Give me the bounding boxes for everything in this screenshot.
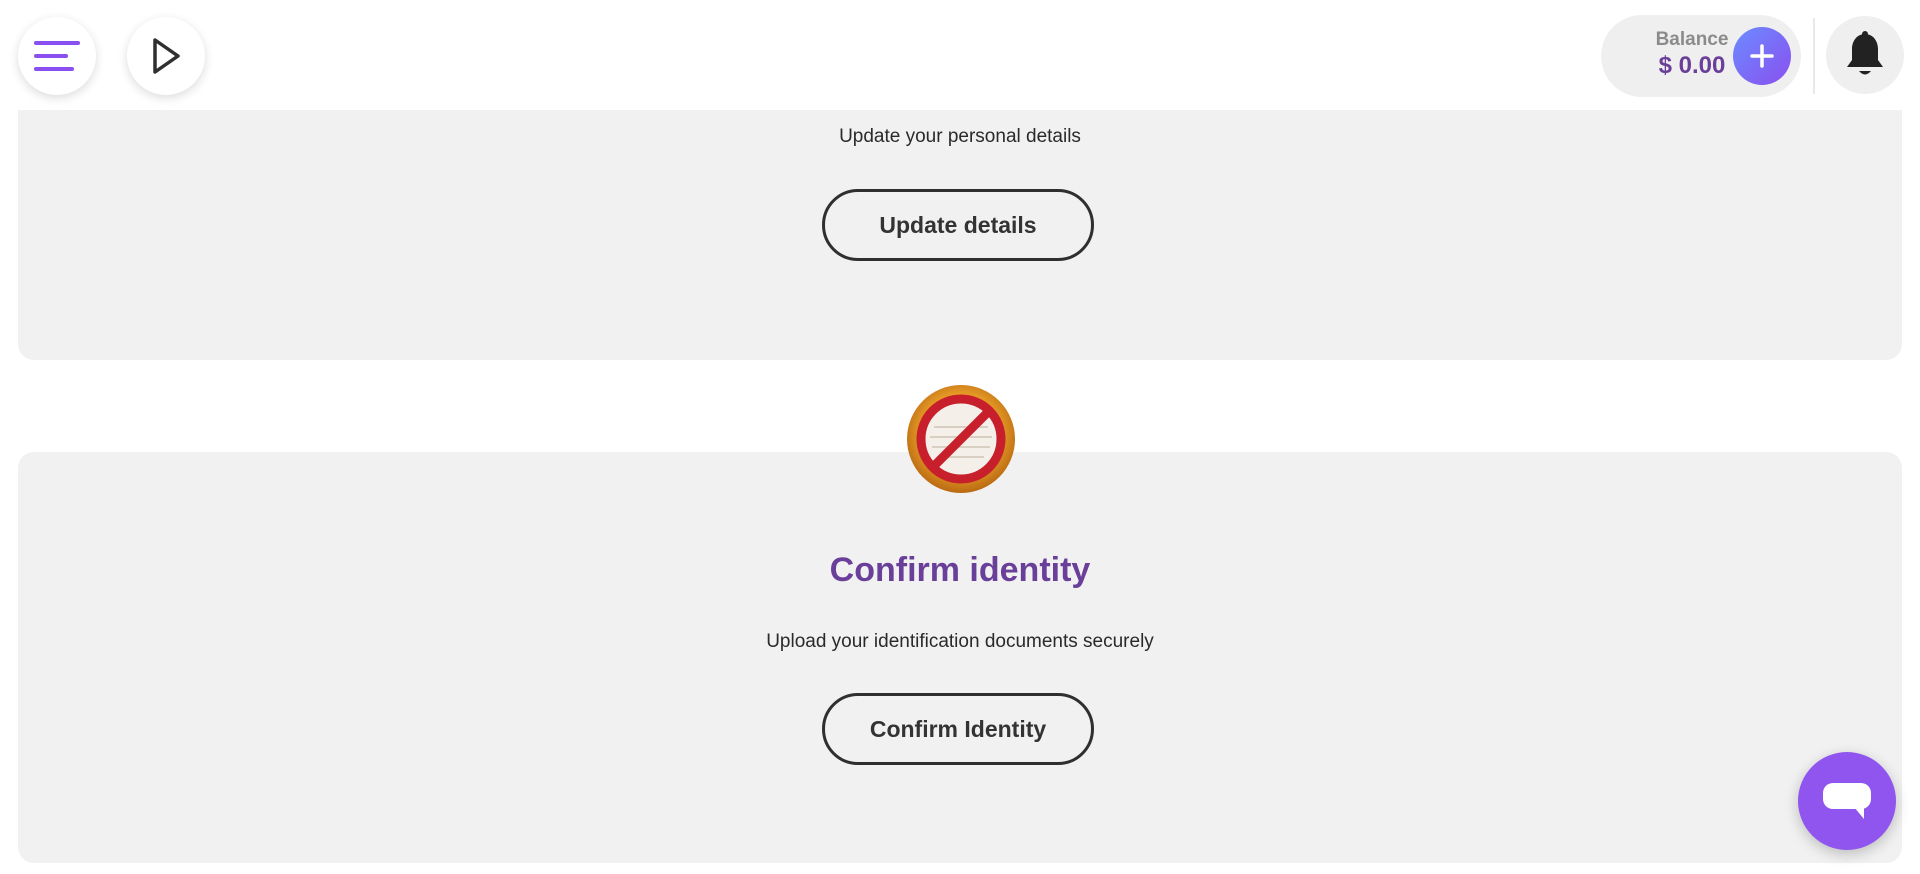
- bell-icon: [1847, 31, 1883, 75]
- play-button[interactable]: [127, 17, 205, 95]
- balance-widget: Balance $ 0.00: [1601, 15, 1801, 97]
- page: Update your personal details Update deta…: [0, 0, 1920, 874]
- top-bar: Balance $ 0.00: [0, 0, 1920, 110]
- add-funds-button[interactable]: [1733, 27, 1791, 85]
- plus-icon: [1750, 44, 1774, 68]
- balance-label: Balance: [1655, 29, 1729, 50]
- menu-icon: [34, 41, 80, 71]
- balance-value: $ 0.00: [1658, 52, 1726, 79]
- notifications-button[interactable]: [1826, 16, 1904, 94]
- update-details-description: Update your personal details: [839, 126, 1081, 147]
- play-icon: [153, 38, 180, 74]
- update-details-button[interactable]: Update details: [822, 189, 1094, 261]
- balance-info: Balance $ 0.00: [1637, 29, 1747, 81]
- confirm-identity-card: Confirm identity Upload your identificat…: [18, 452, 1902, 863]
- chat-bubble-icon: [1823, 783, 1871, 819]
- confirm-identity-description: Upload your identification documents sec…: [766, 631, 1154, 652]
- confirm-identity-button[interactable]: Confirm Identity: [822, 693, 1094, 765]
- chat-button[interactable]: [1798, 752, 1896, 850]
- prohibited-document-icon: [904, 382, 1018, 496]
- confirm-identity-title: Confirm identity: [829, 551, 1091, 589]
- header-divider: [1813, 18, 1815, 94]
- update-details-card: Update your personal details Update deta…: [18, 80, 1902, 360]
- menu-button[interactable]: [18, 17, 96, 95]
